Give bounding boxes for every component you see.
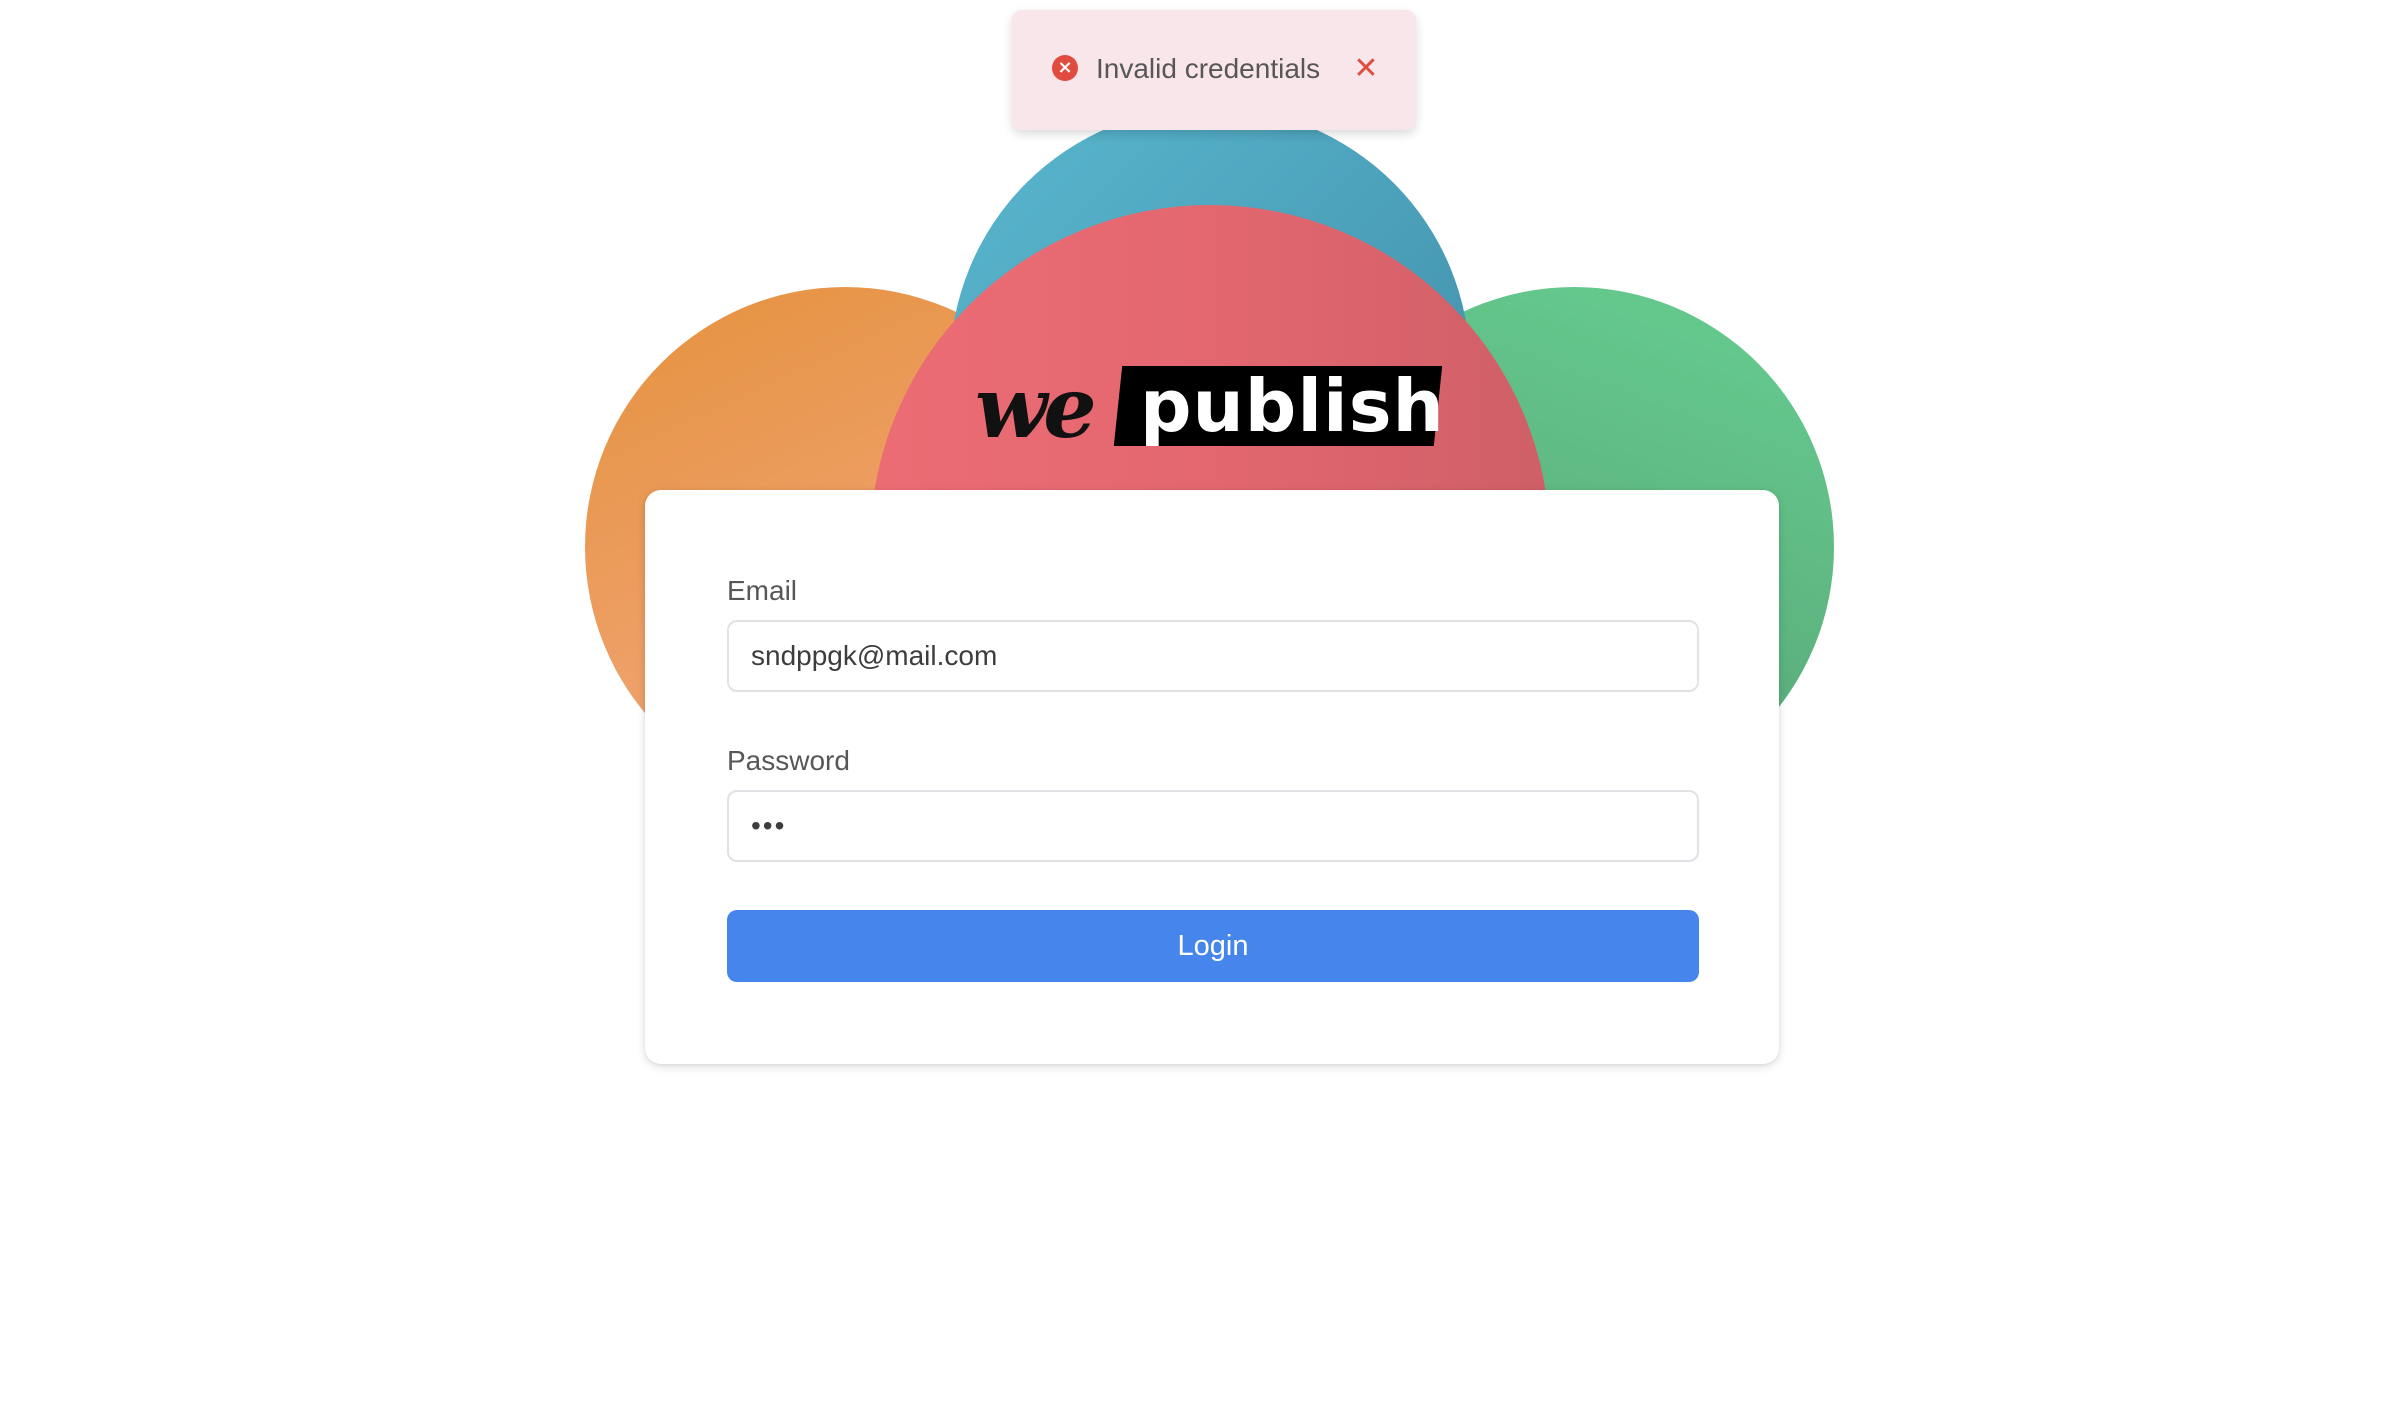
wepublish-logo: we publish (975, 362, 1445, 454)
error-circle-icon: × (1052, 55, 1078, 81)
logo-we-text: we (975, 358, 1097, 457)
password-input[interactable] (727, 790, 1699, 862)
error-toast: × Invalid credentials ✕ (1012, 10, 1416, 130)
login-card: Email Password Login (645, 490, 1779, 1064)
email-input[interactable] (727, 620, 1699, 692)
password-label: Password (727, 745, 850, 776)
close-icon[interactable]: ✕ (1347, 50, 1385, 88)
login-button[interactable]: Login (727, 910, 1699, 982)
login-page: we publish Email Password Login × Invali… (0, 0, 2400, 1414)
logo-publish-text: publish (1140, 364, 1445, 448)
toast-message: Invalid credentials (1096, 53, 1321, 84)
email-label: Email (727, 575, 798, 606)
